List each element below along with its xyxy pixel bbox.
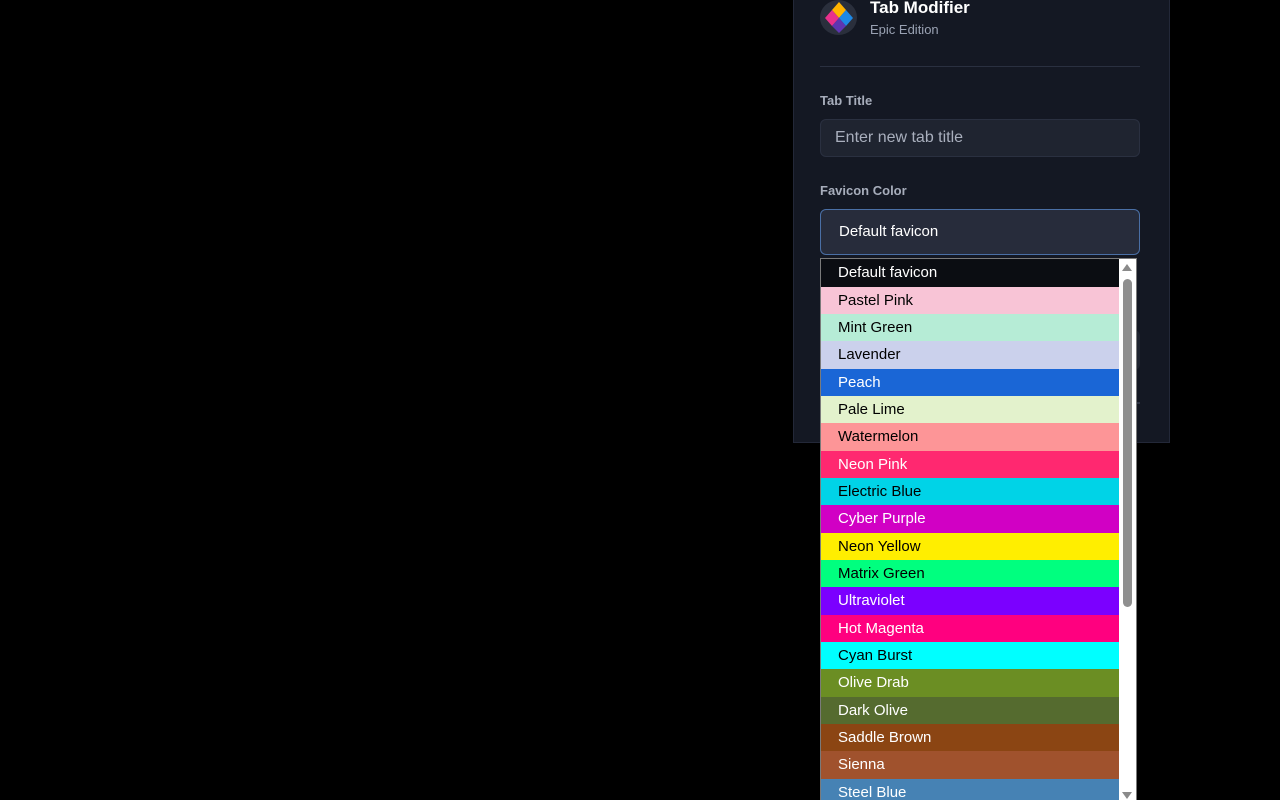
favicon-option[interactable]: Cyan Burst [821, 641, 1119, 670]
favicon-option[interactable]: Lavender [821, 341, 1119, 369]
favicon-option[interactable]: Dark Olive [821, 696, 1119, 724]
favicon-color-label: Favicon Color [820, 183, 907, 198]
tab-title-label: Tab Title [820, 93, 873, 108]
favicon-option[interactable]: Steel Blue [821, 778, 1119, 800]
favicon-option[interactable]: Pale Lime [821, 395, 1119, 424]
app-subtitle: Epic Edition [870, 22, 939, 37]
dropdown-options: Default favicon Pastel Pink Mint Green Lave… [821, 259, 1119, 800]
favicon-option[interactable]: Neon Yellow [821, 532, 1119, 560]
tab-title-input[interactable] [820, 119, 1140, 157]
favicon-option[interactable]: Peach [821, 368, 1119, 396]
favicon-option[interactable]: Matrix Green [821, 559, 1119, 588]
tab-modifier-logo-icon [820, 0, 857, 35]
header-divider [820, 66, 1140, 67]
favicon-option[interactable]: Saddle Brown [821, 724, 1119, 752]
scroll-thumb[interactable] [1123, 279, 1132, 607]
favicon-option[interactable]: Default favicon [821, 259, 1119, 287]
favicon-option[interactable]: Olive Drab [821, 669, 1119, 697]
favicon-option[interactable]: Hot Magenta [821, 614, 1119, 642]
favicon-option[interactable]: Mint Green [821, 313, 1119, 342]
favicon-option[interactable]: Neon Pink [821, 450, 1119, 478]
scroll-down-arrow-icon[interactable] [1122, 792, 1132, 799]
favicon-option[interactable]: Cyber Purple [821, 505, 1119, 533]
popup-header: Tab Modifier Epic Edition [820, 0, 1140, 40]
app-title: Tab Modifier [870, 0, 970, 17]
favicon-option[interactable]: Pastel Pink [821, 286, 1119, 314]
favicon-option[interactable]: Watermelon [821, 423, 1119, 451]
dropdown-scrollbar[interactable] [1119, 259, 1136, 800]
scroll-up-arrow-icon[interactable] [1122, 264, 1132, 271]
favicon-color-dropdown[interactable]: Default favicon Pastel Pink Mint Green Lave… [820, 258, 1137, 800]
favicon-color-select[interactable]: Default favicon [820, 209, 1140, 255]
favicon-option[interactable]: Electric Blue [821, 477, 1119, 506]
favicon-option[interactable]: Sienna [821, 751, 1119, 779]
favicon-option[interactable]: Ultraviolet [821, 587, 1119, 615]
